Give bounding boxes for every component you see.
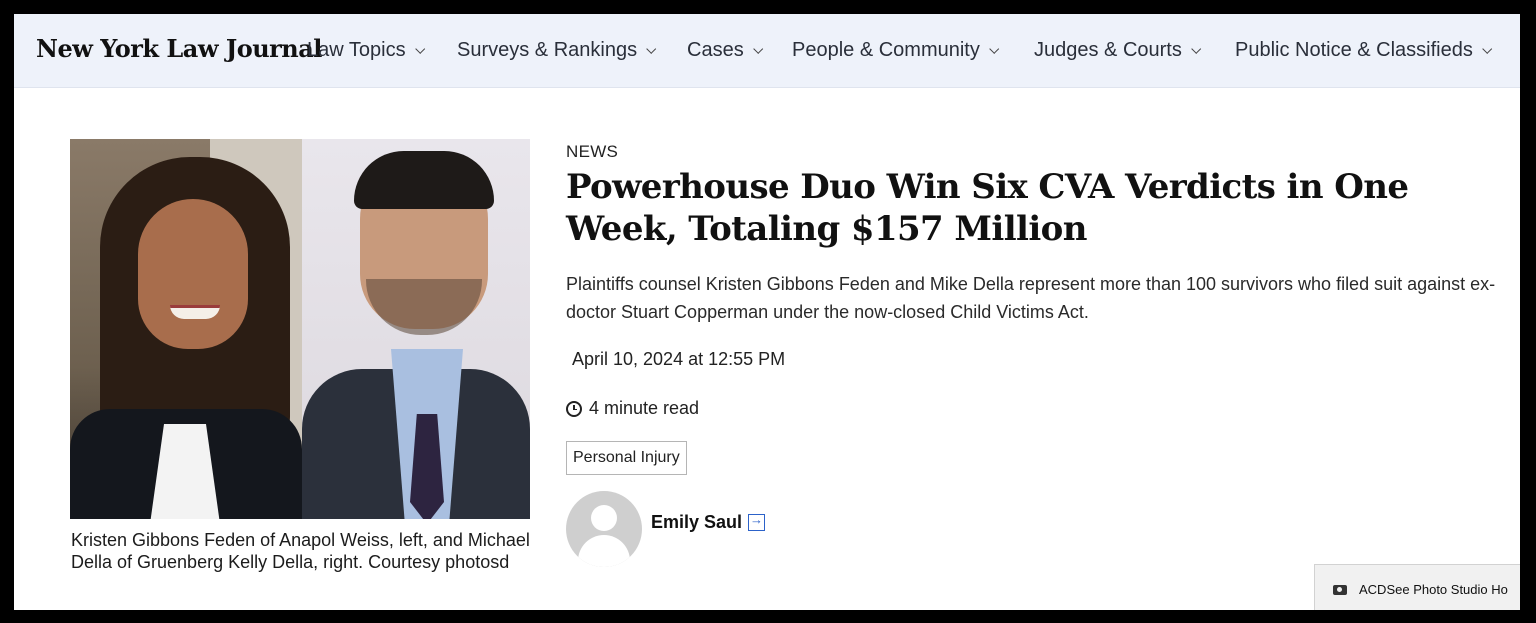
- nav-item-label: Cases: [687, 39, 744, 61]
- article-headline: Powerhouse Duo Win Six CVA Verdicts in O…: [566, 167, 1409, 249]
- chevron-down-icon: [1482, 44, 1493, 54]
- nav-people-community[interactable]: People & Community: [792, 39, 1000, 62]
- chevron-down-icon: [989, 44, 1000, 54]
- external-link-icon[interactable]: [748, 512, 766, 531]
- read-time: 4 minute read: [566, 398, 699, 419]
- nav-public-notice-classifieds[interactable]: Public Notice & Classifieds: [1235, 39, 1493, 62]
- top-navigation: New York Law Journal Law Topics Surveys …: [14, 14, 1520, 88]
- nav-judges-courts[interactable]: Judges & Courts: [1034, 39, 1202, 62]
- photo-figure-face: [138, 199, 248, 349]
- topic-tag[interactable]: Personal Injury: [566, 441, 687, 475]
- publish-date: April 10, 2024 at 12:55 PM: [572, 349, 786, 369]
- nav-law-topics[interactable]: Law Topics: [307, 39, 425, 62]
- nav-item-label: Law Topics: [307, 39, 406, 61]
- article-kicker[interactable]: NEWS: [566, 142, 618, 162]
- read-time-label: 4 minute read: [589, 398, 700, 418]
- author-avatar[interactable]: [566, 491, 642, 567]
- browser-page: New York Law Journal Law Topics Surveys …: [14, 14, 1520, 610]
- nav-surveys-rankings[interactable]: Surveys & Rankings: [457, 39, 657, 62]
- nav-item-label: Public Notice & Classifieds: [1235, 39, 1473, 61]
- clock-icon: [566, 400, 582, 417]
- article-summary: Plaintiffs counsel Kristen Gibbons Feden…: [566, 274, 1496, 322]
- author-name[interactable]: Emily Saul: [651, 512, 742, 533]
- chevron-down-icon: [646, 44, 657, 54]
- avatar-head-shape: [591, 505, 617, 531]
- acdsee-notification[interactable]: ACDSee Photo Studio Ho: [1314, 564, 1520, 610]
- chevron-down-icon: [752, 44, 763, 54]
- avatar-body-shape: [578, 535, 630, 567]
- article-photo: [70, 139, 530, 519]
- photo-figure-smile: [170, 305, 220, 319]
- notification-label: ACDSee Photo Studio Ho: [1359, 582, 1508, 597]
- nav-cases[interactable]: Cases: [687, 39, 763, 62]
- chevron-down-icon: [414, 44, 425, 54]
- nav-item-label: People & Community: [792, 39, 980, 61]
- photo-caption: Kristen Gibbons Feden of Anapol Weiss, l…: [71, 530, 530, 572]
- site-logo[interactable]: New York Law Journal: [36, 34, 322, 63]
- nav-item-label: Judges & Courts: [1034, 39, 1182, 61]
- camera-icon: [1333, 584, 1347, 595]
- photo-figure-hair: [354, 151, 494, 209]
- chevron-down-icon: [1191, 44, 1202, 54]
- nav-item-label: Surveys & Rankings: [457, 39, 638, 61]
- author-byline[interactable]: Emily Saul: [651, 512, 766, 533]
